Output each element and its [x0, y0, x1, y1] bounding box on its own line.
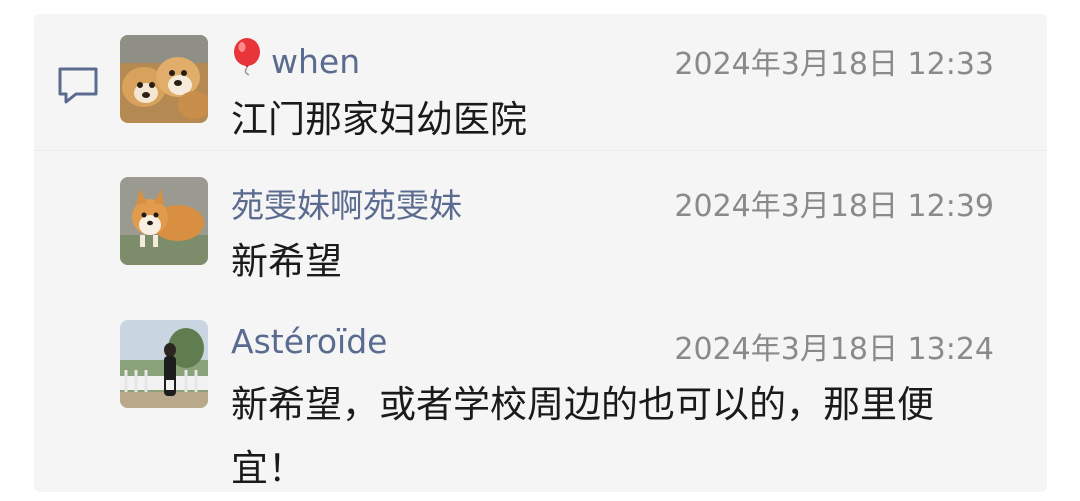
comment-text: 新希望	[231, 240, 342, 283]
comment-header: when 2024年3月18日 12:33	[231, 35, 1000, 82]
comment-header: Astéroïde 2024年3月18日 13:24	[231, 320, 1000, 367]
comment-item: Astéroïde 2024年3月18日 13:24 新希望，或者学校周边的也可…	[120, 320, 1000, 490]
avatar[interactable]	[120, 320, 208, 408]
comment-item: when 2024年3月18日 12:33 江门那家妇幼医院	[120, 35, 1000, 145]
timestamp: 2024年3月18日 12:39	[674, 189, 994, 224]
comment-bubble-icon[interactable]	[56, 65, 100, 105]
comment-header: 苑雯妹啊苑雯妹 2024年3月18日 12:39	[231, 177, 1000, 225]
balloon-icon	[231, 37, 265, 85]
username[interactable]: Astéroïde	[231, 322, 387, 361]
username[interactable]: when	[231, 37, 360, 85]
username[interactable]: 苑雯妹啊苑雯妹	[231, 179, 462, 227]
username-label[interactable]: when	[271, 42, 360, 81]
comment-text: 新希望，或者学校周边的也可以的，那里便宜！	[231, 383, 934, 490]
timestamp: 2024年3月18日 13:24	[674, 332, 994, 367]
avatar[interactable]	[120, 35, 208, 123]
timestamp: 2024年3月18日 12:33	[674, 47, 994, 82]
divider	[34, 150, 1047, 151]
comment-item: 苑雯妹啊苑雯妹 2024年3月18日 12:39 新希望	[120, 177, 1000, 287]
avatar[interactable]	[120, 177, 208, 265]
comment-text: 江门那家妇幼医院	[231, 98, 527, 141]
